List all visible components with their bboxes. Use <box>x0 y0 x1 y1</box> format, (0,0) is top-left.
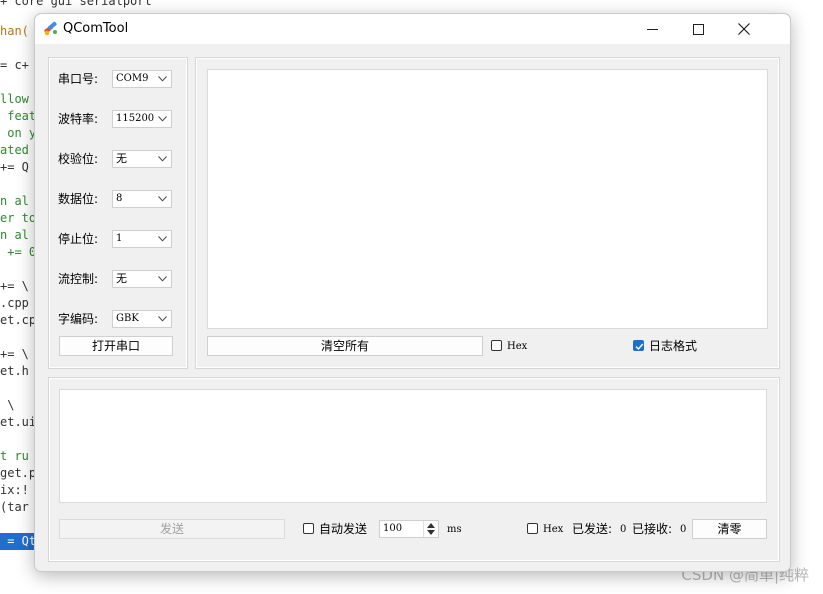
log-format-checkbox[interactable] <box>633 340 644 351</box>
sent-label: 已发送: <box>572 522 613 536</box>
log-format-label: 日志格式 <box>649 339 698 353</box>
code-line: get.p <box>0 466 37 480</box>
sent-count: 0 <box>620 524 627 535</box>
checkmark-icon <box>635 343 644 351</box>
port-value: COM9 <box>116 73 149 84</box>
send-group: 发送 自动发送 100 ms Hex 已发送: 0 已接收: 0 清零 <box>48 377 780 562</box>
encoding-value: GBK <box>116 313 139 324</box>
code-line: n al <box>0 228 29 242</box>
open-port-button[interactable]: 打开串口 <box>59 336 173 356</box>
stopbits-combo[interactable]: 1 <box>112 230 172 248</box>
baud-value: 115200 <box>116 113 155 124</box>
app-icon <box>44 21 57 36</box>
code-line: et.cp <box>0 313 37 327</box>
code-line: on y <box>0 126 37 140</box>
code-line: n al <box>0 194 29 208</box>
minimize-button[interactable] <box>629 14 675 44</box>
auto-send-checkbox[interactable] <box>303 523 314 534</box>
parity-label: 校验位: <box>58 152 99 166</box>
encoding-label: 字编码: <box>58 312 99 326</box>
maximize-button[interactable] <box>675 14 721 44</box>
auto-send-label: 自动发送 <box>319 522 368 536</box>
code-line: han( <box>0 24 29 38</box>
close-button[interactable] <box>721 14 767 44</box>
code-line: \ <box>0 398 15 412</box>
baud-combo[interactable]: 115200 <box>112 110 172 128</box>
spin-up-icon <box>427 523 435 528</box>
encoding-combo[interactable]: GBK <box>112 310 172 328</box>
chevron-down-icon <box>158 76 167 82</box>
code-line: += Q <box>0 160 29 174</box>
chevron-down-icon <box>158 156 167 162</box>
window-title: QComTool <box>63 21 129 36</box>
clear-all-button[interactable]: 清空所有 <box>207 336 483 356</box>
parity-combo[interactable]: 无 <box>112 150 172 168</box>
databits-combo[interactable]: 8 <box>112 190 172 208</box>
code-line: t ru <box>0 449 29 463</box>
code-line: et.h <box>0 364 29 378</box>
databits-label: 数据位: <box>58 192 99 206</box>
code-line: + core gui serialport <box>0 0 152 8</box>
title-bar[interactable]: QComTool <box>35 14 790 44</box>
spin-down-icon <box>427 530 435 535</box>
code-line: += \ <box>0 279 29 293</box>
close-icon <box>738 23 750 35</box>
port-label: 串口号: <box>58 72 99 86</box>
interval-spinbox[interactable]: 100 <box>379 520 439 538</box>
send-text-area[interactable] <box>59 389 767 503</box>
spin-arrows[interactable] <box>423 521 438 537</box>
chevron-down-icon <box>158 196 167 202</box>
received-count: 0 <box>680 524 687 535</box>
baud-label: 波特率: <box>58 112 99 126</box>
code-line: ix:! <box>0 483 29 497</box>
code-line: ated <box>0 143 29 157</box>
code-line: = c+ <box>0 58 29 72</box>
code-line: (tar <box>0 500 29 514</box>
interval-unit: ms <box>447 524 462 535</box>
databits-value: 8 <box>116 193 123 204</box>
received-label: 已接收: <box>632 522 673 536</box>
chevron-down-icon <box>158 236 167 242</box>
stopbits-value: 1 <box>116 233 123 244</box>
chevron-down-icon <box>158 316 167 322</box>
chevron-down-icon <box>158 116 167 122</box>
flow-label: 流控制: <box>58 272 99 286</box>
code-line: += 0 <box>0 245 37 259</box>
receive-hex-checkbox[interactable] <box>491 340 502 351</box>
code-line: feat <box>0 109 37 123</box>
flow-value: 无 <box>116 272 127 285</box>
code-line: llow <box>0 92 29 106</box>
qcomtool-window: QComTool 串口号: COM9 波特率: 115200 校验位: 无 数据… <box>34 13 791 572</box>
code-line: er to <box>0 211 37 225</box>
code-line: += \ <box>0 347 29 361</box>
send-button[interactable]: 发送 <box>59 519 285 539</box>
stopbits-label: 停止位: <box>58 232 99 246</box>
maximize-icon <box>692 23 704 35</box>
code-line: et.ui <box>0 415 37 429</box>
flow-combo[interactable]: 无 <box>112 270 172 288</box>
serial-settings-group: 串口号: COM9 波特率: 115200 校验位: 无 数据位: 8 停止位:… <box>48 57 188 369</box>
send-hex-label: Hex <box>543 524 564 535</box>
port-combo[interactable]: COM9 <box>112 70 172 88</box>
parity-value: 无 <box>116 152 127 165</box>
reset-counter-button[interactable]: 清零 <box>692 519 767 539</box>
receive-hex-label: Hex <box>507 341 528 352</box>
code-line: .cpp <box>0 296 29 310</box>
code-line: = Qt <box>0 533 37 550</box>
minimize-icon <box>646 28 658 30</box>
send-hex-checkbox[interactable] <box>527 523 538 534</box>
receive-text-area[interactable] <box>207 69 768 329</box>
receive-group: 清空所有 Hex 日志格式 <box>195 57 780 369</box>
interval-value: 100 <box>383 523 403 534</box>
chevron-down-icon <box>158 276 167 282</box>
